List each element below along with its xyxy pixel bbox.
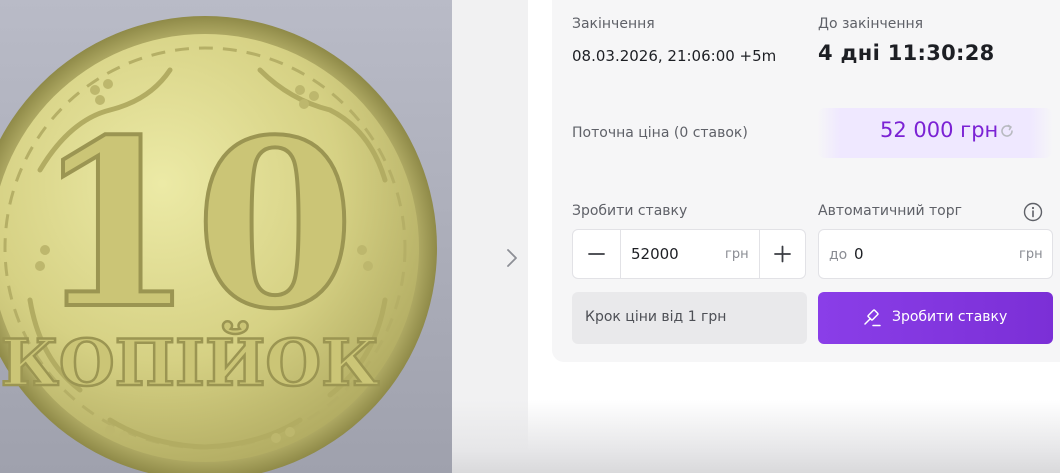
bid-amount-input[interactable]: 52000 xyxy=(631,245,679,263)
chevron-right-icon[interactable] xyxy=(500,244,524,272)
coin-denomination: КОПІЙОК xyxy=(1,321,380,401)
minus-icon xyxy=(588,253,605,255)
gavel-icon xyxy=(864,309,881,327)
lot-photo[interactable]: 10 КОПІЙОК xyxy=(0,0,452,473)
info-icon[interactable] xyxy=(1023,202,1043,222)
time-remaining-label: До закінчення xyxy=(818,16,924,32)
current-price-value: 52 000 грн xyxy=(880,118,999,142)
decrease-bid-button[interactable] xyxy=(573,230,620,278)
place-bid-button[interactable]: Зробити ставку xyxy=(818,292,1053,344)
bid-stepper: 52000 грн xyxy=(572,229,806,279)
price-step-text: Крок ціни від 1 грн xyxy=(585,309,727,325)
bid-currency: грн xyxy=(725,247,749,262)
plus-icon xyxy=(774,245,791,263)
coin-image: 10 КОПІЙОК xyxy=(0,16,437,473)
bid-label: Зробити ставку xyxy=(572,203,688,219)
increase-bid-button[interactable] xyxy=(760,230,806,278)
place-bid-label: Зробити ставку xyxy=(892,309,1008,325)
refresh-icon[interactable] xyxy=(998,122,1016,140)
auto-bid-prefix: до xyxy=(829,247,848,263)
current-price-label: Поточна ціна (0 ставок) xyxy=(572,125,748,141)
end-time-label: Закінчення xyxy=(572,16,655,32)
auto-bid-field[interactable]: до 0 грн xyxy=(818,229,1053,279)
page-bottom-shadow xyxy=(452,400,1060,473)
end-time-value: 08.03.2026, 21:06:00 +5m xyxy=(572,47,777,65)
auto-bid-label: Автоматичний торг xyxy=(818,203,962,219)
auto-bid-input[interactable]: 0 xyxy=(854,245,864,263)
price-step-info: Крок ціни від 1 грн xyxy=(572,292,807,344)
countdown-timer: 4 дні 11:30:28 xyxy=(818,41,995,65)
auto-bid-currency: грн xyxy=(1019,247,1043,262)
coin-numeral: 10 xyxy=(35,90,355,360)
